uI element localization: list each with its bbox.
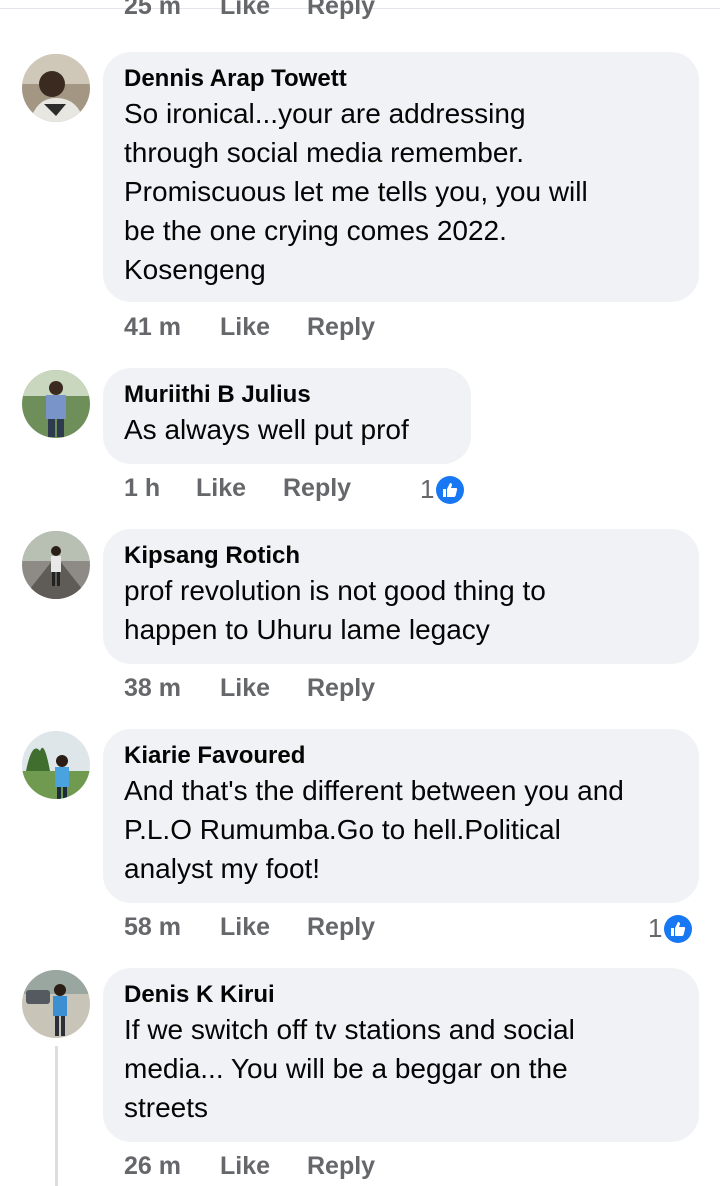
avatar[interactable] [22, 531, 90, 599]
comment-actions: 41 m Like Reply [0, 313, 720, 347]
comment-text: prof revolution is not good thing to hap… [124, 571, 678, 649]
thumbs-up-icon [436, 475, 465, 504]
comment-bubble: Kiarie Favoured And that's the different… [103, 729, 699, 903]
comment-time: 41 m [124, 313, 181, 341]
avatar[interactable] [22, 731, 90, 799]
comment-line: streets [124, 1092, 209, 1123]
reaction-count: 1 [648, 913, 663, 943]
comment-time: 25 m [124, 0, 181, 20]
comment-author[interactable]: Dennis Arap Towett [124, 64, 678, 94]
comment-bubble: Kipsang Rotich prof revolution is not go… [103, 529, 699, 664]
comment-time: 1 h [124, 474, 161, 502]
reaction-summary[interactable]: 1 [648, 913, 693, 944]
reply-button[interactable]: Reply [307, 1152, 375, 1181]
comment-line: Promiscuous let me tells you, you will [124, 176, 588, 207]
like-button[interactable]: Like [220, 0, 270, 21]
avatar[interactable] [22, 370, 90, 438]
comment-time: 58 m [124, 913, 181, 941]
comment-text: So ironical...your are addressing throug… [124, 94, 678, 289]
comment-actions: 1 h Like Reply 1 [0, 474, 720, 508]
comment-bubble: Muriithi B Julius As always well put pro… [103, 368, 471, 464]
comment-author[interactable]: Kiarie Favoured [124, 741, 678, 771]
comment-bubble: Denis K Kirui If we switch off tv statio… [103, 968, 699, 1142]
reply-button[interactable]: Reply [307, 674, 375, 703]
comment-text: And that's the different between you and… [124, 771, 678, 888]
comment-line: And that's the different between you and [124, 775, 624, 806]
comment-line: through social media remember. [124, 137, 524, 168]
comment-line: Kosengeng [124, 254, 266, 285]
comment-actions: 38 m Like Reply [0, 674, 720, 708]
comment-author[interactable]: Kipsang Rotich [124, 541, 678, 571]
comment-bubble: Dennis Arap Towett So ironical...your ar… [103, 52, 699, 302]
reply-button[interactable]: Reply [307, 913, 375, 942]
like-button[interactable]: Like [220, 913, 270, 942]
comment-time: 26 m [124, 1152, 181, 1180]
comment-line: media... You will be a beggar on the [124, 1053, 568, 1084]
comment-time: 38 m [124, 674, 181, 702]
comment-actions: 26 m Like Reply [0, 1152, 720, 1186]
comment-line: be the one crying comes 2022. [124, 215, 507, 246]
comment-line: So ironical...your are addressing [124, 98, 526, 129]
comment-author[interactable]: Denis K Kirui [124, 980, 678, 1010]
reply-button[interactable]: Reply [283, 474, 351, 503]
avatar[interactable] [22, 54, 90, 122]
comment-actions: 58 m Like Reply 1 [0, 913, 720, 947]
like-button[interactable]: Like [220, 1152, 270, 1181]
reply-button[interactable]: Reply [307, 0, 375, 21]
comment-text: If we switch off tv stations and social … [124, 1010, 678, 1127]
comment-line: analyst my foot! [124, 853, 321, 884]
reaction-summary[interactable]: 1 [420, 474, 465, 505]
comment-line: happen to Uhuru lame legacy [124, 614, 490, 645]
like-button[interactable]: Like [220, 674, 270, 703]
comment-line: If we switch off tv stations and social [124, 1014, 575, 1045]
previous-comment-actions: 25 m Like Reply [0, 0, 720, 22]
reaction-count: 1 [420, 474, 435, 504]
thumbs-up-icon [664, 914, 693, 943]
comment-author[interactable]: Muriithi B Julius [124, 380, 450, 410]
reply-button[interactable]: Reply [307, 313, 375, 342]
comment-line: prof revolution is not good thing to [124, 575, 546, 606]
comment-text: As always well put prof [124, 410, 450, 449]
like-button[interactable]: Like [196, 474, 246, 503]
like-button[interactable]: Like [220, 313, 270, 342]
comment-line: P.L.O Rumumba.Go to hell.Political [124, 814, 561, 845]
comment-line: As always well put prof [124, 414, 409, 445]
avatar[interactable] [22, 970, 90, 1038]
